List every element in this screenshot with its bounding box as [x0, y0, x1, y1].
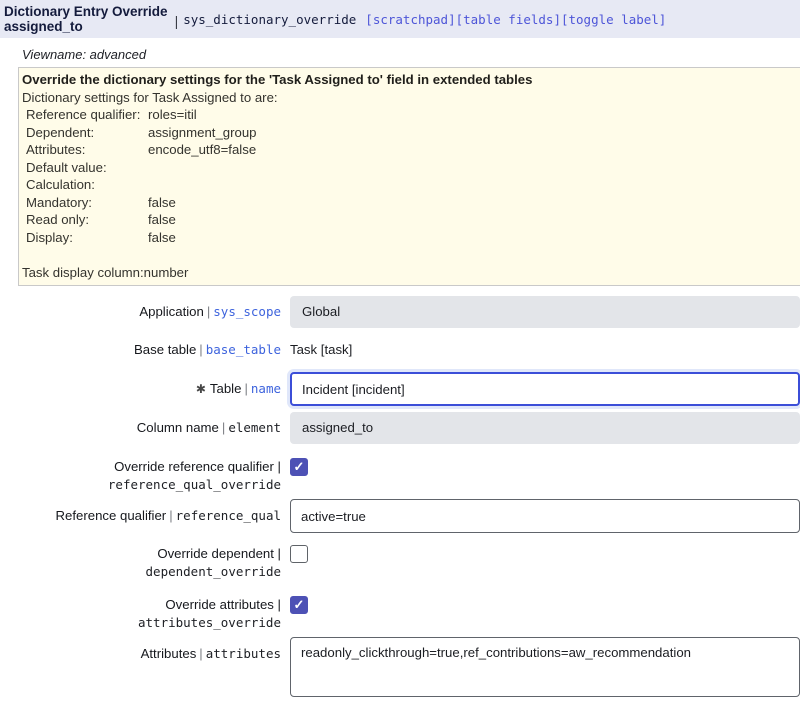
table-technical-name: sys_dictionary_override — [183, 12, 356, 27]
mandatory-icon: ✱ — [196, 382, 206, 396]
base-table-label-text: Base table — [134, 342, 196, 357]
info-row-attributes: Attributes:encode_utf8=false — [22, 141, 800, 159]
label-separator: | — [219, 420, 228, 435]
column-name-row: Column name|element assigned_to — [0, 412, 800, 444]
info-value: encode_utf8=false — [148, 141, 256, 159]
info-value: false — [148, 194, 176, 212]
info-label: Mandatory: — [26, 194, 148, 212]
override-dependent-field-name: dependent_override — [0, 563, 281, 581]
info-label: Attributes: — [26, 141, 148, 159]
info-row-read-only: Read only:false — [22, 211, 800, 229]
reference-qualifier-input[interactable] — [290, 499, 800, 533]
attributes-row: Attributes|attributes readonly_clickthro… — [0, 637, 800, 702]
info-box-subtitle: Dictionary settings for Task Assigned to… — [22, 89, 800, 107]
reference-qualifier-label: Reference qualifier|reference_qual — [0, 507, 290, 525]
info-row-dependent: Dependent:assignment_group — [22, 124, 800, 142]
reference-qualifier-row: Reference qualifier|reference_qual — [0, 499, 800, 533]
override-reference-qualifier-field-name: reference_qual_override — [0, 476, 281, 494]
page-title-line2: assigned_to — [4, 19, 168, 34]
info-value: false — [148, 229, 176, 247]
title-separator: | — [175, 13, 179, 29]
override-attributes-label-text: Override attributes | — [0, 596, 281, 614]
base-table-row: Base table|base_table Task [task] — [0, 340, 800, 360]
override-reference-qualifier-checkbox[interactable] — [290, 458, 308, 476]
attributes-label-text: Attributes — [141, 646, 197, 661]
table-row: ✱ Table|name — [0, 372, 800, 406]
viewname-label: Viewname: advanced — [22, 47, 800, 62]
reference-qualifier-field-name: reference_qual — [176, 508, 281, 523]
override-reference-qualifier-label-text: Override reference qualifier | — [0, 458, 281, 476]
base-table-value: Task [task] — [290, 342, 352, 357]
info-label: Dependent: — [26, 124, 148, 142]
reference-qualifier-label-text: Reference qualifier — [56, 508, 167, 523]
info-label: Default value: — [26, 159, 148, 177]
application-label: Application|sys_scope — [0, 303, 290, 321]
override-reference-qualifier-row: Override reference qualifier | reference… — [0, 458, 800, 494]
info-row-reference-qualifier: Reference qualifier:roles=itil — [22, 106, 800, 124]
base-table-field-name[interactable]: base_table — [206, 342, 281, 357]
info-box-title: Override the dictionary settings for the… — [22, 71, 800, 89]
column-name-label: Column name|element — [0, 419, 290, 437]
info-row-default-value: Default value: — [22, 159, 800, 177]
info-label: Display: — [26, 229, 148, 247]
override-attributes-row: Override attributes | attributes_overrid… — [0, 596, 800, 632]
table-fields-link[interactable]: [table fields] — [456, 12, 561, 27]
column-name-field-name: element — [228, 420, 281, 435]
info-label: Reference qualifier: — [26, 106, 148, 124]
label-separator: | — [196, 342, 205, 357]
override-dependent-label-text: Override dependent | — [0, 545, 281, 563]
table-input[interactable] — [290, 372, 800, 406]
label-separator: | — [241, 381, 250, 396]
info-label: Read only: — [26, 211, 148, 229]
header-links: [scratchpad][table fields][toggle label] — [365, 12, 666, 27]
page-title: Dictionary Entry Override assigned_to — [4, 4, 168, 34]
application-label-text: Application — [139, 304, 204, 319]
application-row: Application|sys_scope Global — [0, 296, 800, 328]
override-dependent-checkbox[interactable] — [290, 545, 308, 563]
info-blank-line — [22, 246, 800, 264]
column-name-label-text: Column name — [137, 420, 219, 435]
label-separator: | — [204, 304, 213, 319]
table-field-name[interactable]: name — [251, 381, 281, 396]
override-attributes-field-name: attributes_override — [0, 614, 281, 632]
info-row-display: Display:false — [22, 229, 800, 247]
override-attributes-checkbox[interactable] — [290, 596, 308, 614]
attributes-label: Attributes|attributes — [0, 637, 290, 663]
dictionary-info-box: Override the dictionary settings for the… — [18, 67, 800, 286]
info-row-calculation: Calculation: — [22, 176, 800, 194]
attributes-textarea[interactable]: readonly_clickthrough=true,ref_contribut… — [290, 637, 800, 697]
info-box-footer: Task display column:number — [22, 264, 800, 282]
info-value: assignment_group — [148, 124, 257, 142]
info-label: Calculation: — [26, 176, 148, 194]
attributes-field-name: attributes — [206, 646, 281, 661]
column-name-readonly-field: assigned_to — [290, 412, 800, 444]
toggle-label-link[interactable]: [toggle label] — [561, 12, 666, 27]
info-value: roles=itil — [148, 106, 197, 124]
scratchpad-link[interactable]: [scratchpad] — [365, 12, 455, 27]
dictionary-override-form: Application|sys_scope Global Base table|… — [0, 296, 800, 702]
override-reference-qualifier-label: Override reference qualifier | reference… — [0, 458, 290, 494]
application-readonly-field: Global — [290, 296, 800, 328]
info-row-mandatory: Mandatory:false — [22, 194, 800, 212]
application-field-name[interactable]: sys_scope — [213, 304, 281, 319]
form-header: Dictionary Entry Override assigned_to | … — [0, 0, 800, 38]
label-separator: | — [166, 508, 175, 523]
override-dependent-label: Override dependent | dependent_override — [0, 545, 290, 581]
page-title-line1: Dictionary Entry Override — [4, 4, 168, 19]
label-separator: | — [196, 646, 205, 661]
table-label-text: Table — [210, 381, 242, 396]
override-attributes-label: Override attributes | attributes_overrid… — [0, 596, 290, 632]
base-table-label: Base table|base_table — [0, 341, 290, 359]
info-value: false — [148, 211, 176, 229]
table-label: ✱ Table|name — [0, 380, 290, 398]
override-dependent-row: Override dependent | dependent_override — [0, 545, 800, 581]
